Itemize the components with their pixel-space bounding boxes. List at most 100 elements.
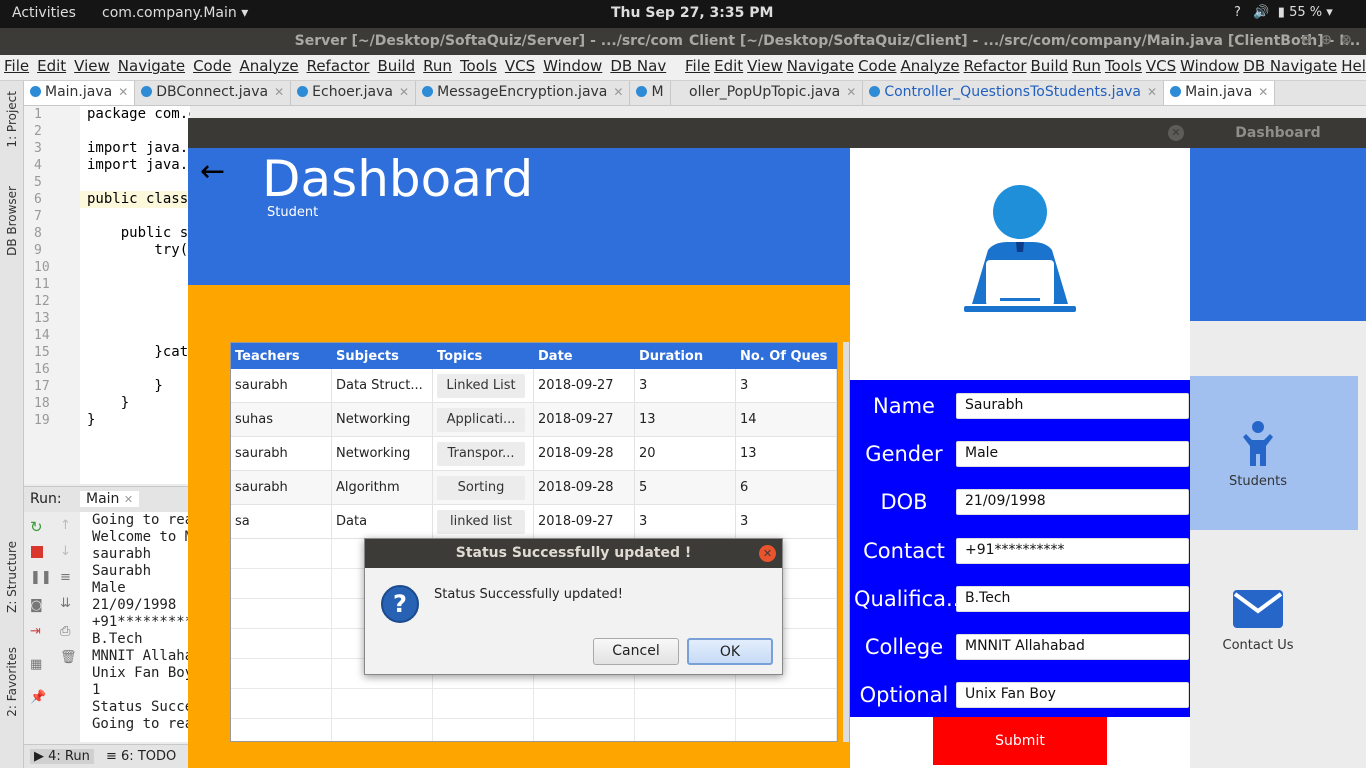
ok-button[interactable]: OK: [687, 638, 773, 665]
form-field[interactable]: Male: [956, 441, 1189, 468]
soft-wrap-icon[interactable]: ≡: [60, 570, 71, 585]
menu-item[interactable]: Run: [423, 57, 452, 75]
editor-tab[interactable]: Main.java ✕: [24, 81, 136, 105]
menu-item[interactable]: Tools: [460, 57, 497, 75]
trash-icon[interactable]: 🗑: [60, 650, 77, 665]
table-row[interactable]: saurabh Data Struct... Linked List 2018-09-…: [231, 369, 837, 403]
contact-us-card[interactable]: Contact Us: [1190, 542, 1358, 696]
menu-item[interactable]: Tools: [1105, 57, 1142, 75]
menu-item[interactable]: DB Nav: [610, 57, 666, 75]
column-header[interactable]: Subjects: [336, 349, 399, 364]
close-icon[interactable]: ✕: [1258, 85, 1268, 99]
clock[interactable]: Thu Sep 27, 3:35 PM: [611, 5, 773, 21]
close-icon[interactable]: ✕: [613, 85, 623, 99]
close-icon[interactable]: ✕: [1147, 85, 1157, 99]
code-editor[interactable]: package com.company; import java.iimport …: [80, 106, 190, 484]
menu-item[interactable]: Build: [378, 57, 416, 75]
close-icon[interactable]: ✕: [124, 493, 133, 506]
window-controls[interactable]: ⊖⊕⊗: [1301, 32, 1360, 48]
menu-item[interactable]: Code: [858, 57, 896, 75]
login-icon[interactable]: ⇥: [30, 624, 41, 639]
system-tray[interactable]: ? 🔊 ▮ 55 % ▾: [1234, 5, 1333, 20]
structure-tool-button[interactable]: Z: Structure: [5, 541, 19, 613]
topic-button[interactable]: linked list: [437, 510, 525, 534]
menu-item[interactable]: Help: [1341, 57, 1366, 75]
run-tool-button[interactable]: ▶ 4: Run: [30, 749, 94, 764]
scroll-to-end-icon[interactable]: ⇊: [60, 596, 71, 611]
form-field[interactable]: Saurabh: [956, 393, 1189, 419]
form-field[interactable]: Unix Fan Boy: [956, 682, 1189, 709]
rerun-icon[interactable]: ↻: [30, 518, 43, 536]
scroll-down-icon[interactable]: ↓: [60, 544, 71, 559]
topic-button[interactable]: Linked List: [437, 374, 525, 398]
editor-tab[interactable]: MessageEncryption.java ✕: [416, 81, 631, 105]
close-icon[interactable]: ✕: [399, 85, 409, 99]
menu-item[interactable]: VCS: [505, 57, 535, 75]
form-field[interactable]: +91**********: [956, 537, 1189, 564]
menu-item[interactable]: Build: [1031, 57, 1069, 75]
project-tool-button[interactable]: 1: Project: [5, 91, 19, 148]
menu-item[interactable]: Navigate: [118, 57, 185, 75]
menu-item[interactable]: File: [685, 57, 710, 75]
editor-tab[interactable]: Main.java ✕: [1164, 81, 1276, 105]
menu-item[interactable]: Navigate: [787, 57, 854, 75]
menu-item[interactable]: Run: [1072, 57, 1101, 75]
menu-item[interactable]: Code: [193, 57, 231, 75]
pin-icon[interactable]: 📌: [30, 690, 46, 705]
column-header[interactable]: Date: [538, 349, 573, 364]
topic-button[interactable]: Applicati...: [437, 408, 525, 432]
submit-button[interactable]: Submit: [933, 717, 1107, 765]
menu-item[interactable]: Analyze: [900, 57, 959, 75]
table-row[interactable]: sa Data linked list 2018-09-27 3 3: [231, 505, 837, 539]
table-row[interactable]: suhas Networking Applicati... 2018-09-27 13 1…: [231, 403, 837, 437]
close-icon[interactable]: ✕: [118, 85, 128, 99]
menu-item[interactable]: Analyze: [239, 57, 298, 75]
menu-item[interactable]: Window: [1180, 57, 1239, 75]
editor-tab[interactable]: M: [630, 81, 671, 105]
menu-item[interactable]: Refactor: [964, 57, 1027, 75]
close-icon[interactable]: ✕: [759, 545, 776, 562]
menu-item[interactable]: DB Navigate: [1243, 57, 1337, 75]
menu-item[interactable]: View: [747, 57, 783, 75]
menu-item[interactable]: VCS: [1146, 57, 1176, 75]
menu-item[interactable]: View: [74, 57, 110, 75]
form-field[interactable]: MNNIT Allahabad: [956, 634, 1189, 660]
menu-item[interactable]: Edit: [37, 57, 66, 75]
scroll-up-icon[interactable]: ↑: [60, 518, 71, 533]
cancel-button[interactable]: Cancel: [593, 638, 679, 665]
favorites-tool-button[interactable]: 2: Favorites: [5, 647, 19, 717]
editor-tab[interactable]: Echoer.java ✕: [291, 81, 417, 105]
run-console[interactable]: Going to rea Welcome to Msaurabh Saurabh Ma…: [80, 512, 190, 742]
todo-tool-button[interactable]: ≡ 6: TODO: [106, 749, 176, 764]
close-icon[interactable]: ✕: [274, 85, 284, 99]
column-header[interactable]: Duration: [639, 349, 703, 364]
students-card[interactable]: Students: [1190, 376, 1358, 530]
run-tab-main[interactable]: Main ✕: [80, 491, 140, 507]
column-header[interactable]: No. Of Ques: [740, 349, 827, 364]
table-row[interactable]: saurabh Algorithm Sorting 2018-09-28 5 6: [231, 471, 837, 505]
print-icon[interactable]: ⎙: [60, 624, 70, 639]
menu-item[interactable]: File: [4, 57, 29, 75]
close-icon[interactable]: ✕: [846, 85, 856, 99]
menu-item[interactable]: Refactor: [307, 57, 370, 75]
battery-icon[interactable]: ▮: [1278, 5, 1285, 20]
menu-item[interactable]: Window: [543, 57, 602, 75]
menu-item[interactable]: Edit: [714, 57, 743, 75]
stop-icon[interactable]: [31, 546, 43, 558]
column-header[interactable]: Topics: [437, 349, 482, 364]
table-scrollbar[interactable]: [843, 342, 849, 742]
editor-tab[interactable]: Controller_QuestionsToStudents.java ✕: [863, 81, 1165, 105]
close-icon[interactable]: ✕: [1168, 125, 1184, 141]
form-field[interactable]: 21/09/1998: [956, 489, 1189, 516]
topic-button[interactable]: Transpor...: [437, 442, 525, 466]
volume-icon[interactable]: 🔊: [1253, 5, 1269, 20]
topic-button[interactable]: Sorting: [437, 476, 525, 500]
layout-icon[interactable]: ▦: [30, 657, 42, 672]
editor-tab[interactable]: DBConnect.java ✕: [135, 81, 292, 105]
pause-icon[interactable]: ❚❚: [30, 570, 52, 585]
table-row[interactable]: saurabh Networking Transpor... 2018-09-28 20…: [231, 437, 837, 471]
app-menu[interactable]: com.company.Main ▾: [102, 5, 248, 21]
db-browser-tool-button[interactable]: DB Browser: [5, 186, 19, 256]
help-icon[interactable]: ?: [1234, 5, 1241, 20]
column-header[interactable]: Teachers: [235, 349, 300, 364]
